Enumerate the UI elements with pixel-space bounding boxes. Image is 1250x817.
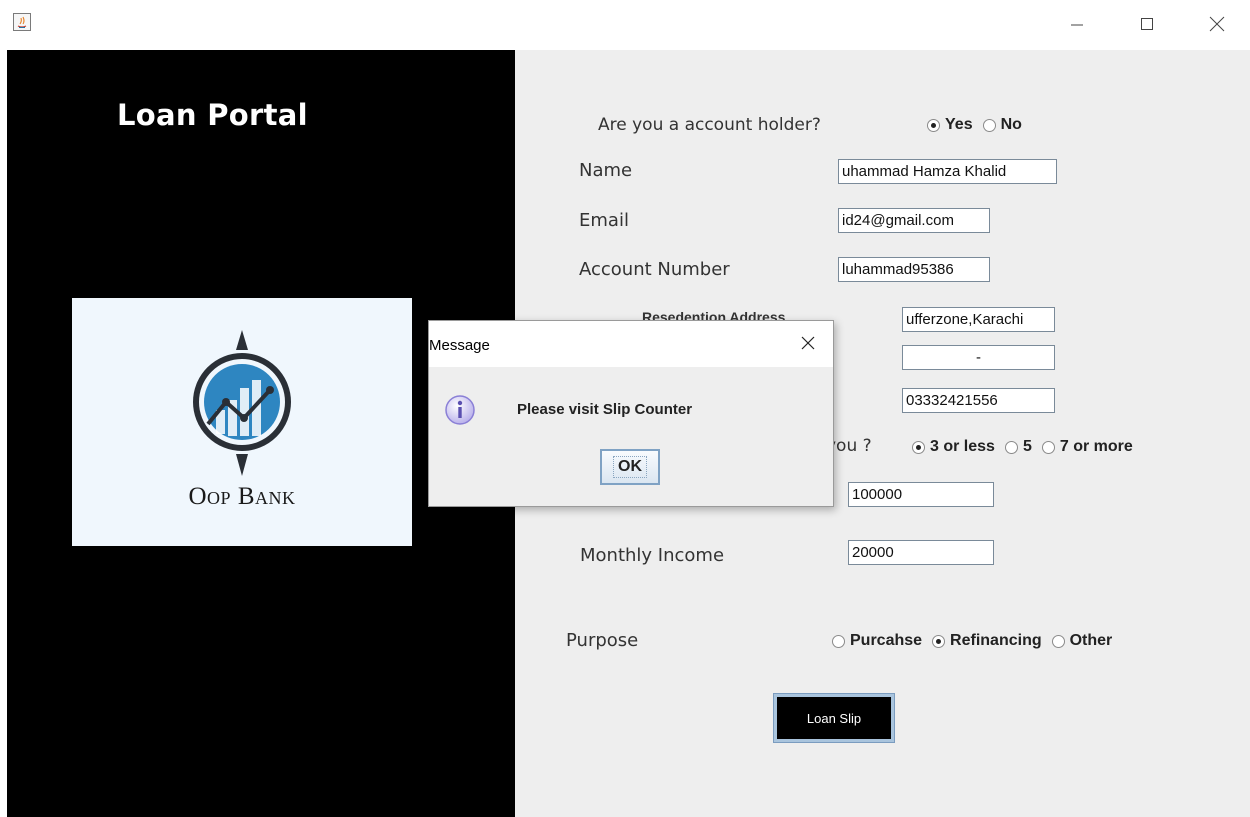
phone-field[interactable]: 03332421556 — [902, 388, 1055, 413]
account-holder-question: Are you a account holder? — [598, 115, 821, 135]
info-icon — [444, 394, 476, 431]
radio-refinancing[interactable]: Refinancing — [932, 632, 1042, 650]
purpose-label: Purpose — [566, 630, 639, 651]
radio-7-or-more[interactable]: 7 or more — [1041, 438, 1133, 456]
email-label: Email — [579, 210, 629, 231]
radio-5[interactable]: 5 — [1004, 438, 1032, 456]
bank-name-logo-text: Oop Bank — [188, 483, 296, 510]
name-label: Name — [579, 160, 633, 181]
java-app-icon — [13, 13, 31, 31]
dialog-title: Message — [429, 337, 490, 354]
dialog-titlebar: Message — [429, 321, 833, 367]
close-icon[interactable] — [1195, 8, 1239, 40]
minimize-icon[interactable] — [1055, 8, 1099, 40]
maximize-icon[interactable] — [1125, 8, 1169, 40]
portal-title: Loan Portal — [117, 98, 308, 132]
loan-slip-button[interactable]: Loan Slip — [773, 693, 895, 743]
blank-field[interactable]: - — [902, 345, 1055, 370]
radio-3-or-less[interactable]: 3 or less — [912, 438, 995, 456]
loan-amount-field[interactable]: 100000 — [848, 482, 994, 507]
radio-7-or-more-indicator[interactable] — [1041, 440, 1055, 454]
dialog-message: Please visit Slip Counter — [517, 401, 693, 418]
radio-no-indicator[interactable] — [982, 118, 996, 132]
radio-yes[interactable]: Yes — [927, 116, 973, 134]
bank-logo: Oop Bank — [72, 298, 412, 546]
ok-button[interactable]: OK — [600, 449, 660, 485]
email-field[interactable]: id24@gmail.com — [838, 208, 990, 233]
purpose-radio-group: Purcahse Refinancing Other — [832, 632, 1122, 650]
account-number-label: Account Number — [579, 259, 730, 280]
window-titlebar — [0, 0, 1250, 50]
monthly-income-field[interactable]: 20000 — [848, 540, 994, 565]
account-number-field[interactable]: luhammad95386 — [838, 257, 990, 282]
radio-3-or-less-indicator[interactable] — [912, 440, 925, 454]
radio-no[interactable]: No — [982, 116, 1022, 134]
message-dialog: Message Please visit Slip Counter OK — [428, 320, 834, 507]
radio-purchase-indicator[interactable] — [832, 634, 845, 648]
dependents-radio-group: 3 or less 5 7 or more — [912, 438, 1143, 456]
name-field[interactable]: uhammad Hamza Khalid — [838, 159, 1057, 184]
account-holder-radio-group: Yes No — [927, 116, 1032, 134]
ok-button-label: OK — [613, 456, 647, 478]
compass-chart-logo-icon — [193, 330, 291, 476]
residence-address-field[interactable]: ufferzone,Karachi — [902, 307, 1055, 332]
radio-other[interactable]: Other — [1051, 632, 1112, 650]
radio-other-indicator[interactable] — [1051, 634, 1065, 648]
radio-yes-indicator[interactable] — [927, 118, 940, 132]
radio-refinancing-indicator[interactable] — [932, 634, 946, 648]
dialog-close-icon[interactable] — [793, 329, 823, 357]
radio-purchase[interactable]: Purcahse — [832, 632, 922, 650]
radio-5-indicator[interactable] — [1004, 440, 1018, 454]
monthly-income-label: Monthly Income — [580, 545, 725, 566]
